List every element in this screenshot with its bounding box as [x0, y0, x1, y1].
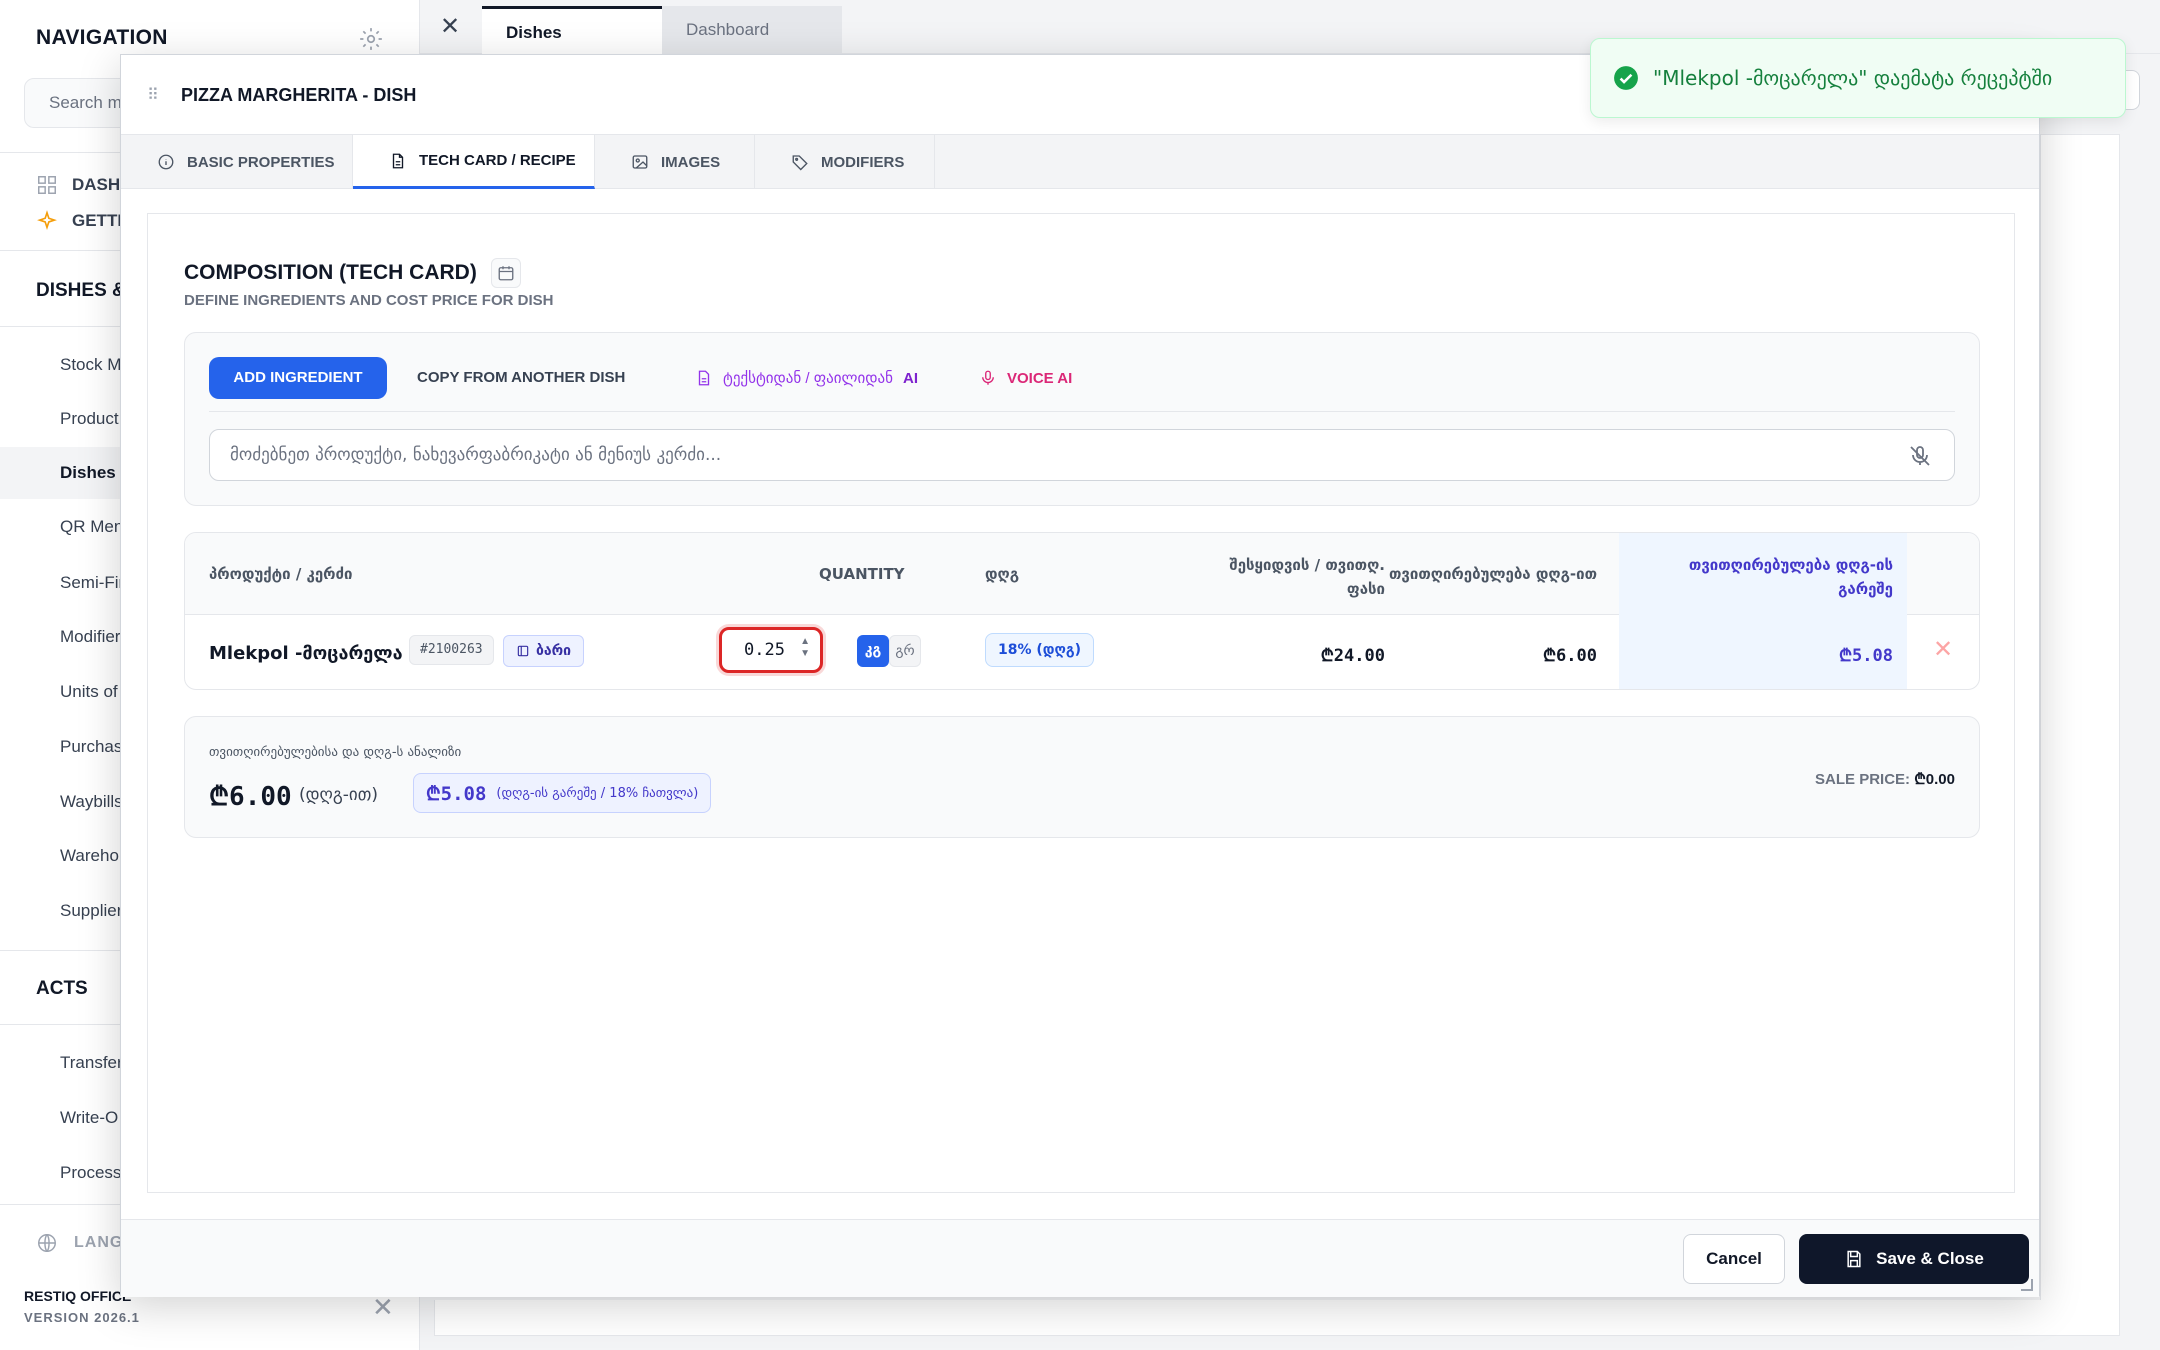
vat-rate-badge[interactable]: 18% (დღგ): [985, 633, 1094, 667]
check-circle-icon: [1614, 66, 1638, 90]
unit-g-toggle[interactable]: გრ: [889, 635, 921, 667]
app-version: VERSION 2026.1: [24, 1310, 140, 1325]
composition-subtitle: DEFINE INGREDIENTS AND COST PRICE FOR DI…: [184, 292, 554, 309]
nav-quick-label: DASH: [72, 175, 121, 194]
tab-label: TECH CARD / RECIPE: [419, 152, 576, 169]
modal-footer: Cancel Save & Close: [121, 1219, 2039, 1297]
microphone-icon: [982, 370, 994, 385]
grid-icon: [38, 176, 56, 194]
toast-message: "Mlekpol -მოცარელა" დაემატა რეცეპტში: [1653, 66, 2053, 90]
ai-import-button[interactable]: ტექსტიდან / ფაილიდან AI: [695, 357, 918, 399]
success-toast: "Mlekpol -მოცარელა" დაემატა რეცეპტში: [1590, 38, 2126, 118]
background-panel: [2040, 134, 2120, 1334]
quantity-stepper[interactable]: ▲ ▼: [800, 636, 810, 660]
ai-import-label: ტექსტიდან / ფაილიდან: [723, 370, 893, 387]
composition-title: COMPOSITION (TECH CARD): [184, 261, 477, 284]
copy-from-dish-button[interactable]: COPY FROM ANOTHER DISH: [417, 357, 625, 399]
delete-row-icon[interactable]: ✕: [1933, 635, 1953, 664]
col-cost-no-vat-line: თვითღირებულება დღგ-ის: [1688, 556, 1893, 574]
nav-section-dishes[interactable]: DISHES &: [36, 280, 126, 302]
gear-icon[interactable]: [358, 26, 384, 52]
sparkle-icon: [37, 210, 57, 231]
ai-badge: AI: [902, 369, 918, 387]
col-product: პროდუქტი / კერძი: [209, 565, 353, 583]
divider: [209, 411, 1955, 412]
nav-section-acts[interactable]: ACTS: [36, 978, 88, 1000]
summary-label: თვითღირებულებისა და დღგ-ს ანალიზი: [209, 745, 462, 760]
composition-heading: COMPOSITION (TECH CARD): [184, 258, 521, 288]
voice-ai-button[interactable]: VOICE AI: [979, 357, 1072, 399]
sale-price: SALE PRICE: ₾0.00: [1815, 769, 1955, 789]
microphone-off-icon[interactable]: [1908, 444, 1932, 468]
store-icon: [517, 645, 529, 657]
resize-handle-icon[interactable]: [2021, 1279, 2033, 1291]
ingredients-table: პროდუქტი / კერძი QUANTITY დღგ შესყიდვის …: [184, 532, 1980, 690]
tab-tech-card[interactable]: TECH CARD / RECIPE: [353, 135, 595, 189]
unit-kg-toggle[interactable]: კგ: [857, 635, 889, 667]
cost-with-vat: ₾6.00: [1542, 646, 1597, 666]
col-cost-with-vat: თვითღირებულება დღგ-ით: [1389, 565, 1597, 583]
document-icon: [392, 153, 404, 168]
background-panel: [434, 1300, 2120, 1336]
cancel-button[interactable]: Cancel: [1683, 1234, 1785, 1284]
modal-tabs: BASIC PROPERTIES TECH CARD / RECIPE IMAG…: [121, 135, 2039, 189]
col-cost-no-vat-line: გარეშე: [1838, 580, 1893, 598]
nav-quick-label: GETTI: [72, 211, 123, 230]
globe-icon: [38, 1234, 56, 1252]
save-close-button[interactable]: Save & Close: [1799, 1234, 2029, 1284]
tab-dashboard[interactable]: Dashboard: [662, 6, 842, 54]
tag-icon: [792, 155, 808, 171]
save-close-label: Save & Close: [1876, 1249, 1984, 1268]
quantity-input[interactable]: 0.25 ▲ ▼: [719, 627, 823, 673]
nav-dashboard-link[interactable]: DASH: [36, 174, 120, 196]
ingredient-search-input[interactable]: მოძებნეთ პროდუქტი, ნახევარფაბრიკატი ან მ…: [209, 429, 1955, 481]
search-placeholder: მოძებნეთ პროდუქტი, ნახევარფაბრიკატი ან მ…: [230, 445, 722, 465]
dish-modal: ⠿ PIZZA MARGHERITA - DISH BASIC PROPERTI…: [120, 54, 2040, 1297]
drag-handle-icon[interactable]: ⠿: [147, 85, 159, 105]
tech-card-panel: COMPOSITION (TECH CARD) DEFINE INGREDIEN…: [147, 213, 2015, 1193]
store-badge[interactable]: ბარი: [503, 635, 585, 667]
ingredient-toolbar: ADD INGREDIENT COPY FROM ANOTHER DISH ტე…: [184, 332, 1980, 506]
col-cost-no-vat: თვითღირებულება დღგ-ის გარეშე: [1619, 553, 1893, 601]
info-icon: [158, 154, 174, 170]
quantity-value: 0.25: [744, 640, 785, 660]
modal-title: PIZZA MARGHERITA - DISH: [181, 85, 417, 105]
save-icon: [1847, 1250, 1861, 1268]
sale-price-label: SALE PRICE:: [1815, 771, 1911, 788]
tab-label: MODIFIERS: [821, 153, 905, 171]
calendar-icon[interactable]: [490, 258, 521, 288]
tab-basic-properties[interactable]: BASIC PROPERTIES: [121, 135, 353, 189]
store-label: ბარი: [536, 643, 572, 659]
summary-total: ₾6.00: [209, 782, 292, 812]
cost-without-vat: ₾5.08: [1838, 646, 1893, 666]
brand-name: RESTIQ OFFICE: [24, 1288, 132, 1304]
file-icon: [698, 370, 710, 386]
col-quantity: QUANTITY: [819, 565, 905, 583]
product-name: Mlekpol -მოცარელა: [209, 643, 403, 664]
add-ingredient-button[interactable]: ADD INGREDIENT: [209, 357, 387, 399]
tab-images[interactable]: IMAGES: [595, 135, 755, 189]
product-code-badge: #2100263: [409, 635, 494, 665]
sale-price-value: ₾0.00: [1914, 771, 1955, 788]
summary-net-badge: ₾5.08 (დღგ-ის გარეშე / 18% ჩათვლა): [413, 773, 712, 813]
tab-label: BASIC PROPERTIES: [187, 153, 335, 171]
tab-label: IMAGES: [661, 153, 721, 171]
summary-net-value: ₾5.08: [426, 783, 487, 805]
col-vat: დღგ: [985, 565, 1020, 583]
close-icon[interactable]: ✕: [420, 0, 480, 54]
nav-getting-started-link[interactable]: GETTI: [36, 210, 122, 232]
summary-net-note: (დღგ-ის გარეშე / 18% ჩათვლა): [496, 785, 699, 801]
image-icon: [632, 155, 648, 169]
nav-title: NAVIGATION: [36, 26, 168, 49]
tab-modifiers[interactable]: MODIFIERS: [755, 135, 935, 189]
summary-total-note: (დღგ-ით): [299, 785, 378, 805]
voice-ai-label: VOICE AI: [1007, 369, 1073, 387]
tab-dishes[interactable]: Dishes: [482, 6, 662, 54]
cost-summary: თვითღირებულებისა და დღგ-ს ანალიზი ₾6.00 …: [184, 716, 1980, 838]
